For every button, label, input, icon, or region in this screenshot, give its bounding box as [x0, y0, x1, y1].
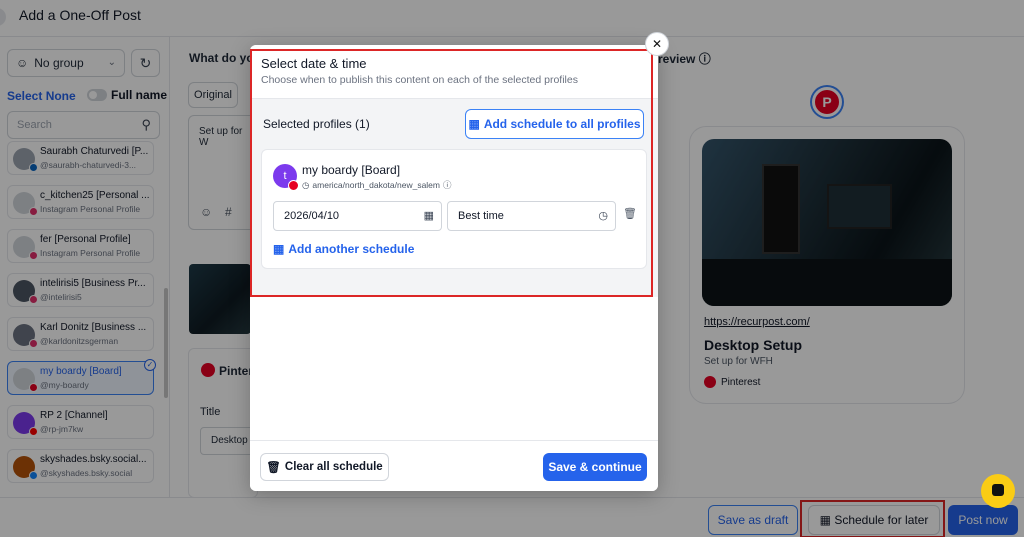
close-icon[interactable]: ✕: [645, 32, 669, 56]
clear-all-label: Clear all schedule: [284, 461, 383, 473]
modal-highlight-box: [250, 49, 653, 297]
chat-support-icon[interactable]: [981, 474, 1015, 508]
trash-icon: 🗑: [266, 462, 281, 474]
save-and-continue-button[interactable]: Save & continue: [543, 453, 647, 481]
modal-footer: 🗑 Clear all schedule Save & continue: [250, 440, 658, 491]
clear-all-schedule-button[interactable]: 🗑 Clear all schedule: [260, 453, 389, 481]
